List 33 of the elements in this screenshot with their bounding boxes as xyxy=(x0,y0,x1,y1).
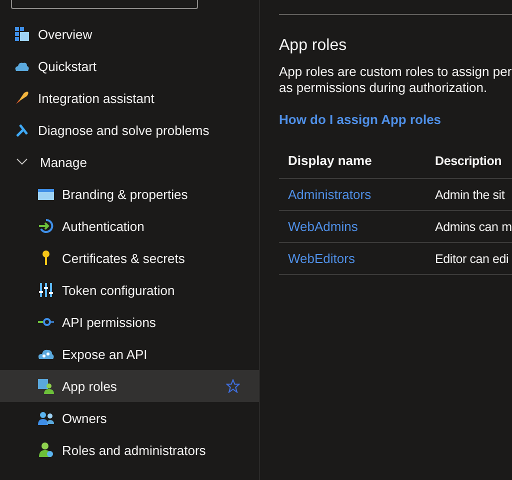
people-icon xyxy=(38,410,54,426)
sidebar-item[interactable]: Expose an API xyxy=(0,338,259,370)
page-title: App roles xyxy=(279,37,348,55)
table-cell: Editor can edi xyxy=(435,252,509,266)
role-name-link[interactable]: WebAdmins xyxy=(279,219,435,234)
help-link[interactable]: How do I assign App roles xyxy=(279,112,442,127)
sidebar-item[interactable]: Integration assistant xyxy=(0,82,259,114)
arrow-circle-icon xyxy=(38,218,54,234)
sidebar-item[interactable]: App roles xyxy=(0,370,259,402)
role-name-link[interactable]: Administrators xyxy=(279,187,435,202)
manage-group[interactable]: Manage xyxy=(0,146,259,178)
grid-icon xyxy=(14,26,30,42)
sidebar-item[interactable]: Certificates & secrets xyxy=(0,242,259,274)
person-icon xyxy=(38,442,54,458)
sidebar-item[interactable]: Diagnose and solve problems xyxy=(0,114,259,146)
sidebar-item[interactable]: Overview xyxy=(0,18,259,50)
table-cell: Admins can m xyxy=(435,220,512,234)
sidebar-item[interactable]: Roles and administrators xyxy=(0,434,259,466)
column-header: Display name xyxy=(287,153,373,168)
role-name-link[interactable]: WebEditors xyxy=(279,251,435,266)
star-icon[interactable] xyxy=(226,379,240,393)
sliders-icon xyxy=(38,282,54,298)
table-cell: Admin the sit xyxy=(435,188,505,202)
sidebar-item[interactable]: Branding & properties xyxy=(0,178,259,210)
sidebar-item[interactable]: API permissions xyxy=(0,306,259,338)
sidebar-item[interactable]: Quickstart xyxy=(0,50,259,82)
sidebar-item[interactable]: Authentication xyxy=(0,210,259,242)
card-icon xyxy=(38,186,54,202)
grid-person-icon xyxy=(38,378,54,394)
sidebar-item[interactable]: Owners xyxy=(0,402,259,434)
column-header: Description xyxy=(435,154,502,168)
description-text: App roles are custom roles to assign per as permissions during authorization. xyxy=(279,64,512,96)
sidebar-item[interactable]: Token configuration xyxy=(0,274,259,306)
